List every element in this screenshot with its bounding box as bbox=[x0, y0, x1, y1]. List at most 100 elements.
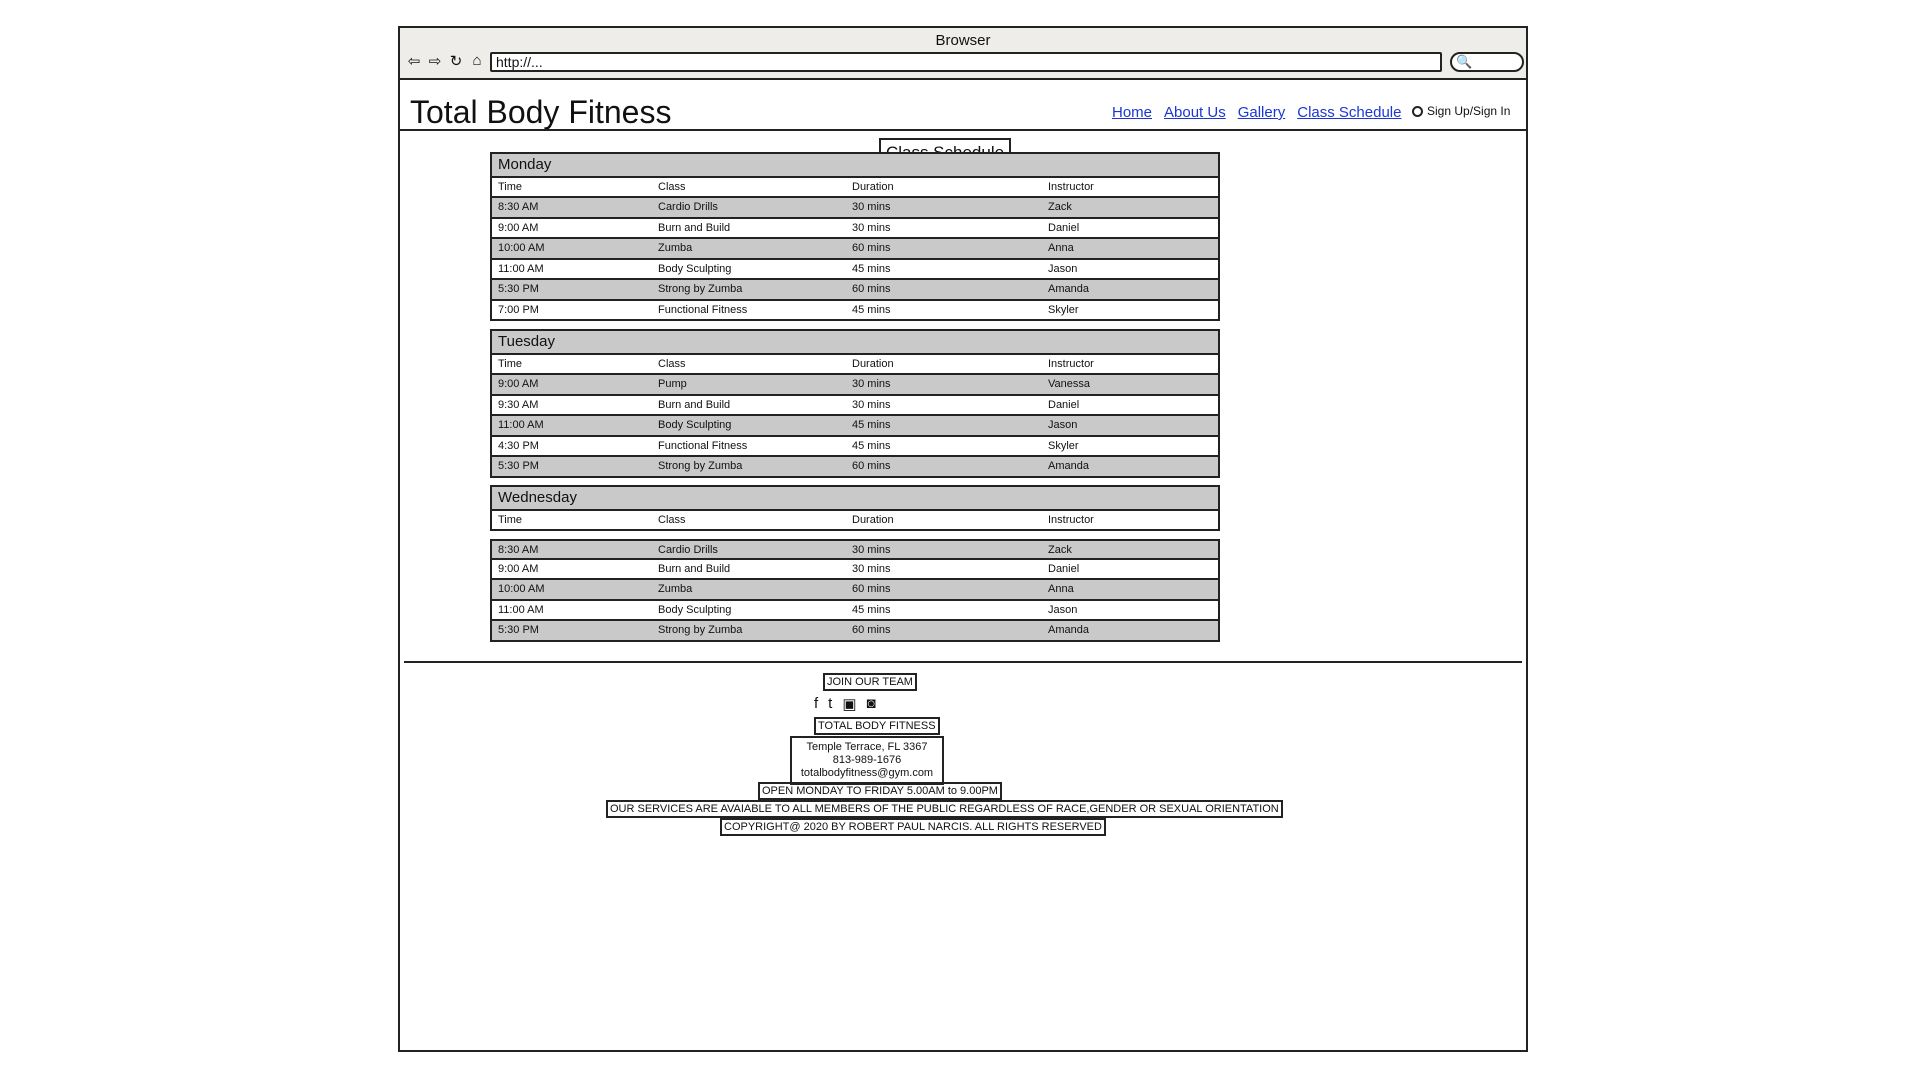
facebook-icon[interactable]: f bbox=[814, 695, 818, 713]
table-row: 4:30 PM Functional Fitness 45 mins Skyler bbox=[490, 437, 1220, 457]
table-cell: Pump bbox=[658, 378, 687, 390]
column-header: Class bbox=[658, 514, 686, 526]
footer-phone: 813-989-1676 bbox=[832, 754, 902, 766]
table-cell: Body Sculpting bbox=[658, 419, 732, 431]
signin-link[interactable]: Sign Up/Sign In bbox=[1412, 104, 1510, 118]
table-cell: 5:30 PM bbox=[498, 460, 539, 472]
footer-hours: OPEN MONDAY TO FRIDAY 5.00AM to 9.00PM bbox=[758, 782, 1002, 800]
table-cell: Strong by Zumba bbox=[658, 624, 743, 636]
rss-icon[interactable]: ◙ bbox=[867, 695, 876, 713]
url-field[interactable]: http://... bbox=[490, 52, 1442, 72]
refresh-icon[interactable]: ↻ bbox=[448, 52, 464, 70]
column-header: Duration bbox=[852, 181, 894, 193]
table-row: 9:00 AM Pump 30 mins Vanessa bbox=[490, 375, 1220, 396]
video-icon[interactable]: ▣ bbox=[842, 695, 856, 713]
column-header: Class bbox=[658, 358, 686, 370]
column-header: Instructor bbox=[1048, 181, 1094, 193]
table-cell: 45 mins bbox=[852, 263, 891, 275]
table-cell: 11:00 AM bbox=[498, 419, 544, 431]
footer-services-note: OUR SERVICES ARE AVAIABLE TO ALL MEMBERS… bbox=[606, 800, 1283, 818]
table-cell: 60 mins bbox=[852, 460, 891, 472]
table-cell: 60 mins bbox=[852, 242, 891, 254]
schedule-column-header-row: Time Class Duration Instructor bbox=[490, 355, 1220, 375]
table-cell: Strong by Zumba bbox=[658, 460, 743, 472]
table-cell: 9:00 AM bbox=[498, 222, 539, 234]
schedule-monday: Monday Time Class Duration Instructor 8:30 AM… bbox=[490, 152, 1220, 321]
table-cell: Zack bbox=[1048, 544, 1072, 556]
table-cell: 5:30 PM bbox=[498, 283, 539, 295]
table-cell: 8:30 AM bbox=[498, 544, 539, 556]
nav-gallery-link[interactable]: Gallery bbox=[1238, 104, 1286, 121]
table-cell: Amanda bbox=[1048, 283, 1089, 295]
table-cell: 9:30 AM bbox=[498, 399, 539, 411]
table-row: 9:30 AM Burn and Build 30 mins Daniel bbox=[490, 396, 1220, 416]
table-cell: 11:00 AM bbox=[498, 263, 544, 275]
schedule-tuesday: Tuesday Time Class Duration Instructor 9:00 A… bbox=[490, 329, 1220, 478]
nav-about-link[interactable]: About Us bbox=[1164, 104, 1226, 121]
table-cell: 45 mins bbox=[852, 304, 891, 316]
forward-arrow-icon[interactable]: ⇨ bbox=[427, 52, 443, 70]
table-cell: Skyler bbox=[1048, 304, 1079, 316]
table-row: 11:00 AM Body Sculpting 45 mins Jason bbox=[490, 260, 1220, 280]
table-cell: Daniel bbox=[1048, 563, 1080, 575]
column-header: Instructor bbox=[1048, 514, 1094, 526]
table-cell: Jason bbox=[1048, 419, 1078, 431]
table-cell: 9:00 AM bbox=[498, 378, 539, 390]
site-nav: Home About Us Gallery Class Schedule bbox=[1112, 104, 1401, 121]
table-cell: Vanessa bbox=[1048, 378, 1090, 390]
table-cell: 4:30 PM bbox=[498, 440, 539, 452]
table-cell: Amanda bbox=[1048, 624, 1089, 636]
radio-icon bbox=[1412, 105, 1423, 117]
column-header: Duration bbox=[852, 358, 894, 370]
table-cell: Strong by Zumba bbox=[658, 283, 743, 295]
home-icon[interactable]: ⌂ bbox=[469, 52, 485, 70]
back-arrow-icon[interactable]: ⇦ bbox=[406, 52, 422, 70]
twitter-icon[interactable]: t bbox=[828, 695, 832, 713]
footer-email: totalbodyfitness@gym.com bbox=[800, 767, 934, 779]
column-header: Time bbox=[498, 181, 523, 193]
schedule-column-header-row: Time Class Duration Instructor bbox=[490, 511, 1220, 531]
browser-title: Browser bbox=[935, 32, 991, 49]
browser-search-field[interactable]: 🔍 bbox=[1450, 52, 1524, 72]
table-cell: Body Sculpting bbox=[658, 263, 732, 275]
table-row: 5:30 PM Strong by Zumba 60 mins Amanda bbox=[490, 457, 1220, 478]
table-row: 10:00 AM Zumba 60 mins Anna bbox=[490, 580, 1220, 601]
table-cell: 45 mins bbox=[852, 440, 891, 452]
header-divider bbox=[400, 129, 1526, 131]
table-cell: Cardio Drills bbox=[658, 544, 718, 556]
column-header: Time bbox=[498, 358, 523, 370]
nav-class-schedule-link[interactable]: Class Schedule bbox=[1297, 104, 1401, 121]
join-our-team-button[interactable]: JOIN OUR TEAM bbox=[823, 673, 917, 691]
table-row: 8:30 AM Cardio Drills 30 mins Zack bbox=[490, 539, 1220, 560]
table-cell: Zack bbox=[1048, 201, 1072, 213]
footer-copyright: COPYRIGHT@ 2020 BY ROBERT PAUL NARCIS. A… bbox=[720, 818, 1106, 836]
table-cell: Jason bbox=[1048, 604, 1078, 616]
table-cell: Skyler bbox=[1048, 440, 1079, 452]
browser-titlebar: Browser ⇦ ⇨ ↻ ⌂ http://... 🔍 bbox=[400, 28, 1526, 80]
table-cell: 7:00 PM bbox=[498, 304, 539, 316]
column-header: Duration bbox=[852, 514, 894, 526]
table-cell: Cardio Drills bbox=[658, 201, 718, 213]
table-row: 7:00 PM Functional Fitness 45 mins Skyler bbox=[490, 301, 1220, 321]
nav-home-link[interactable]: Home bbox=[1112, 104, 1152, 121]
table-cell: 5:30 PM bbox=[498, 624, 539, 636]
column-header: Instructor bbox=[1048, 358, 1094, 370]
table-cell: 11:00 AM bbox=[498, 604, 544, 616]
table-row: 9:00 AM Burn and Build 30 mins Daniel bbox=[490, 560, 1220, 580]
browser-window: Browser ⇦ ⇨ ↻ ⌂ http://... 🔍 Total Body … bbox=[398, 26, 1528, 1052]
table-cell: Daniel bbox=[1048, 399, 1080, 411]
schedule-wednesday: Wednesday Time Class Duration Instructor 8:30… bbox=[490, 485, 1220, 642]
table-cell: 30 mins bbox=[852, 563, 891, 575]
footer-address: Temple Terrace, FL 3367 bbox=[806, 741, 928, 753]
table-cell: Jason bbox=[1048, 263, 1078, 275]
column-header: Class bbox=[658, 181, 686, 193]
search-icon: 🔍 bbox=[1456, 54, 1473, 69]
social-links: f t ▣ ◙ bbox=[814, 695, 876, 713]
footer-business-name: TOTAL BODY FITNESS bbox=[814, 717, 940, 735]
table-cell: Anna bbox=[1048, 583, 1074, 595]
footer-contact-box: Temple Terrace, FL 3367 813-989-1676 tot… bbox=[790, 736, 944, 785]
table-cell: Burn and Build bbox=[658, 563, 731, 575]
table-cell: 60 mins bbox=[852, 624, 891, 636]
table-cell: 30 mins bbox=[852, 378, 891, 390]
table-cell: Functional Fitness bbox=[658, 440, 748, 452]
